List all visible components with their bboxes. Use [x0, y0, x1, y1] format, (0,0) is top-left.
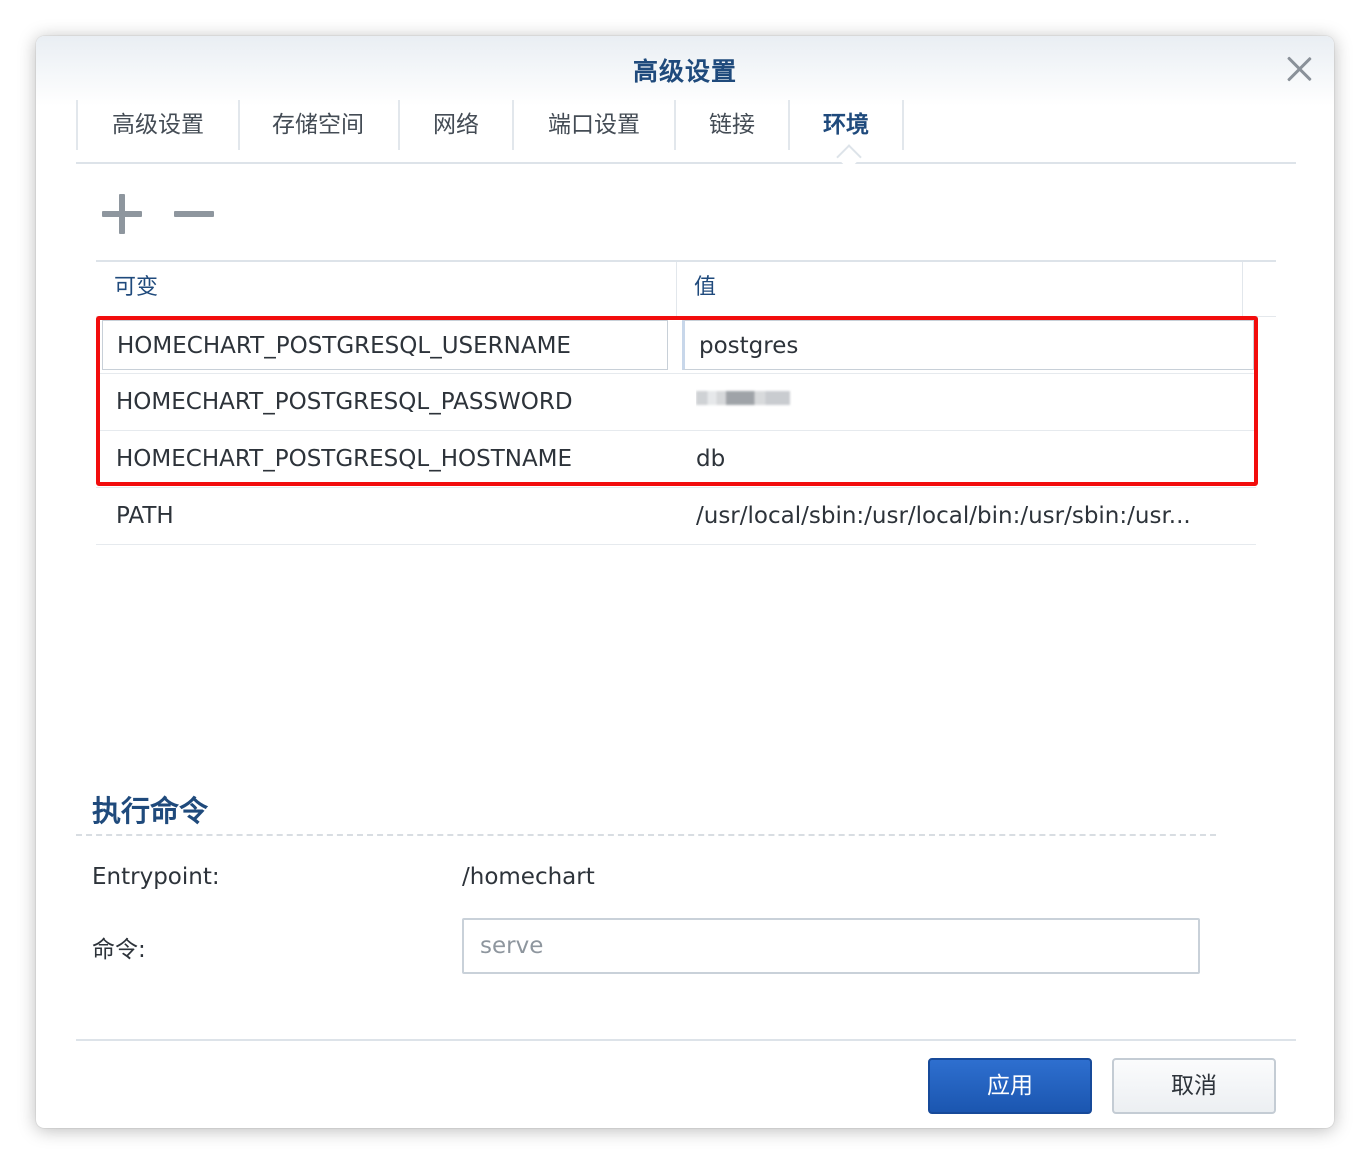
close-icon[interactable]: [1284, 54, 1314, 84]
variable-name-cell[interactable]: HOMECHART_POSTGRESQL_PASSWORD: [116, 374, 676, 430]
column-divider[interactable]: [676, 262, 677, 316]
table-header: 可变 值: [96, 260, 1276, 317]
table-row[interactable]: HOMECHART_POSTGRESQL_USERNAME postgres: [96, 317, 1256, 374]
cancel-button[interactable]: 取消: [1112, 1058, 1276, 1114]
command-input[interactable]: [462, 918, 1200, 974]
redacted-password-value: [696, 390, 790, 405]
entrypoint-value: /homechart: [462, 864, 595, 890]
variable-value-cell[interactable]: /usr/local/sbin:/usr/local/bin:/usr/sbin…: [696, 488, 1244, 544]
advanced-settings-dialog: 高级设置 高级设置 存储空间 网络 端口设置 链接 环境 可变 值 HOMECH…: [36, 36, 1334, 1128]
variable-value-cell[interactable]: db: [696, 431, 1244, 487]
tab-links[interactable]: 链接: [676, 100, 790, 150]
table-row[interactable]: HOMECHART_POSTGRESQL_HOSTNAME db: [96, 431, 1256, 488]
tab-advanced-settings[interactable]: 高级设置: [76, 100, 240, 150]
tab-storage[interactable]: 存储空间: [238, 100, 400, 150]
header-border: [1242, 260, 1276, 262]
tab-port-settings[interactable]: 端口设置: [514, 100, 676, 150]
tab-bar: 高级设置 存储空间 网络 端口设置 链接 环境: [76, 100, 1296, 170]
dialog-title: 高级设置: [632, 57, 737, 86]
column-header-value[interactable]: 值: [694, 262, 716, 314]
environment-table: 可变 值 HOMECHART_POSTGRESQL_USERNAME postg…: [96, 260, 1276, 545]
tab-environment[interactable]: 环境: [790, 100, 904, 150]
section-divider: [76, 834, 1216, 836]
exec-section-title: 执行命令: [92, 794, 209, 828]
variable-name-cell[interactable]: PATH: [116, 488, 676, 544]
variable-value-cell[interactable]: [696, 374, 1244, 430]
variable-value-cell[interactable]: postgres: [682, 320, 1254, 370]
table-row[interactable]: PATH /usr/local/sbin:/usr/local/bin:/usr…: [96, 488, 1256, 545]
table-row[interactable]: HOMECHART_POSTGRESQL_PASSWORD: [96, 374, 1256, 431]
minus-icon[interactable]: [174, 194, 214, 234]
command-label: 命令:: [92, 937, 146, 963]
column-divider[interactable]: [1242, 262, 1243, 316]
entrypoint-label: Entrypoint:: [92, 864, 220, 890]
tab-network[interactable]: 网络: [400, 100, 514, 150]
variable-name-cell[interactable]: HOMECHART_POSTGRESQL_HOSTNAME: [116, 431, 676, 487]
apply-button[interactable]: 应用: [928, 1058, 1092, 1114]
variable-name-cell[interactable]: HOMECHART_POSTGRESQL_USERNAME: [102, 320, 668, 370]
column-header-variable[interactable]: 可变: [114, 262, 158, 314]
plus-icon[interactable]: [102, 194, 142, 234]
footer-divider: [76, 1039, 1296, 1041]
